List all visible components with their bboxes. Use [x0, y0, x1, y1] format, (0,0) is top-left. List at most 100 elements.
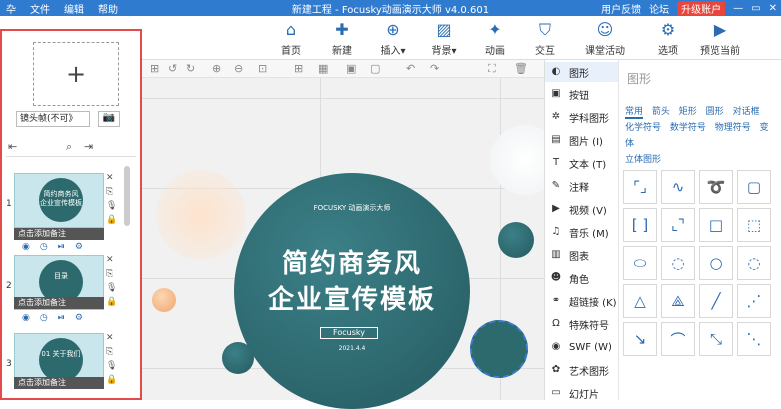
delete-icon[interactable]: ✕ [106, 173, 117, 183]
insert-art-shape[interactable]: ✿ 艺术图形 [549, 360, 609, 380]
insert-music[interactable]: ♫ 音乐 (M) [549, 222, 609, 242]
arc-shape[interactable]: ⌒ [661, 322, 695, 356]
zoom-in-icon[interactable]: ⊕ [212, 62, 221, 75]
category-chemistry[interactable]: 化学符号 [625, 123, 661, 133]
grid-icon[interactable]: ⊞ [294, 62, 303, 75]
spiral-shape[interactable]: ➰ [699, 170, 733, 204]
line-shape[interactable]: ╱ [699, 284, 733, 318]
slide-thumbnail-1[interactable]: 简约商务风 企业宣传模板 [14, 173, 104, 228]
play-icon[interactable]: ⏯ [58, 313, 65, 323]
feedback-link[interactable]: 用户反馈 [601, 1, 641, 16]
frame-type-select[interactable]: 镜头帧(不可》 [16, 111, 90, 127]
insert-button[interactable]: ⊕ 插入▾ [365, 20, 421, 57]
brand-tag[interactable]: Focusky [320, 327, 378, 339]
brackets-shape[interactable]: [ ] [623, 208, 657, 242]
insert-hyperlink[interactable]: ⚭ 超链接 (K) [549, 291, 617, 311]
insert-chart[interactable]: ▥ 图表 [549, 245, 589, 265]
slide-note-1[interactable]: 点击添加备注 [14, 228, 104, 240]
mic-icon[interactable]: 🎙 [106, 283, 117, 293]
category-rectangles[interactable]: 矩形 [679, 107, 697, 117]
selected-frame[interactable] [470, 320, 528, 378]
group-icon[interactable]: ▦ [318, 62, 328, 75]
insert-annotation[interactable]: ✎ 注释 [549, 176, 589, 196]
eye-icon[interactable]: ◉ [22, 313, 30, 323]
minimize-button[interactable]: — [733, 3, 743, 14]
slide-note-3[interactable]: 点击添加备注 [14, 377, 104, 389]
copy-icon[interactable]: ⎘ [106, 269, 117, 279]
category-3d[interactable]: 立体图形 [625, 155, 661, 165]
insert-video[interactable]: ▶ 视频 (V) [549, 199, 607, 219]
category-common[interactable]: 常用 [625, 107, 644, 119]
align-icon[interactable]: ⊞ [150, 62, 159, 75]
mic-icon[interactable]: 🎙 [106, 201, 117, 211]
main-title-circle[interactable]: FOCUSKY 动画演示大师 简约商务风 企业宣传模板 Focusky 2021… [234, 173, 470, 409]
category-math[interactable]: 数学符号 [670, 123, 706, 133]
time-icon[interactable]: ◷ [40, 242, 48, 252]
copy-icon[interactable]: ⎘ [106, 347, 117, 357]
insert-swf[interactable]: ◉ SWF (W) [549, 337, 612, 357]
preview-button[interactable]: ▶ 预览当前 [692, 20, 748, 57]
insert-text[interactable]: T 文本 (T) [549, 153, 606, 173]
dashed-triangle-shape[interactable]: ⟁ [661, 284, 695, 318]
forum-link[interactable]: 论坛 [649, 1, 669, 16]
options-button[interactable]: ⚙ 选项 [640, 20, 696, 57]
category-physics[interactable]: 物理符号 [715, 123, 751, 133]
slide-heading-line1[interactable]: 简约商务风 [234, 243, 470, 280]
dotted-diagonal-shape[interactable]: ⋱ [737, 322, 771, 356]
rotate-left-icon[interactable]: ↺ [168, 62, 177, 75]
dashed-bracket-shape[interactable]: ⌞⌝ [661, 208, 695, 242]
insert-special-symbol[interactable]: Ω 特殊符号 [549, 314, 609, 334]
circle-shape[interactable]: ○ [699, 246, 733, 280]
rotate-right-icon[interactable]: ↻ [186, 62, 195, 75]
dashed-line-shape[interactable]: ⋰ [737, 284, 771, 318]
triangle-shape[interactable]: △ [623, 284, 657, 318]
insert-image[interactable]: ▤ 图片 (I) [549, 130, 603, 150]
delete-icon[interactable]: ✕ [106, 333, 117, 343]
lock-icon[interactable]: 🔒 [106, 375, 117, 385]
home-button[interactable]: ⌂ 首页 [263, 20, 319, 57]
delete-icon[interactable]: ✕ [106, 255, 117, 265]
category-arrows[interactable]: 箭头 [652, 107, 670, 117]
dashed-circle-shape[interactable]: ◌ [737, 246, 771, 280]
category-circles[interactable]: 圆形 [706, 107, 724, 117]
fit-icon[interactable]: ⊡ [258, 62, 267, 75]
double-arrow-shape[interactable]: ⤡ [699, 322, 733, 356]
classroom-button[interactable]: ☺ 课堂活动 [577, 20, 633, 57]
layer-down-icon[interactable]: ▢ [370, 62, 380, 75]
arrow-shape[interactable]: ↘ [623, 322, 657, 356]
upgrade-button[interactable]: 升级账户 [677, 1, 726, 16]
delete-icon[interactable]: 🗑 [514, 62, 528, 75]
mic-icon[interactable]: 🎙 [106, 361, 117, 371]
slide-note-2[interactable]: 点击添加备注 [14, 297, 104, 309]
insert-slide[interactable]: ▭ 幻灯片 [549, 383, 599, 403]
rounded-rect-shape[interactable]: ▢ [737, 170, 771, 204]
maximize-button[interactable]: ▭ [751, 3, 760, 14]
lock-icon[interactable]: 🔒 [106, 215, 117, 225]
undo-icon[interactable]: ↶ [406, 62, 415, 75]
bracket-corners-shape[interactable]: ⌜⌟ [623, 170, 657, 204]
new-button[interactable]: ✚ 新建 [314, 20, 370, 57]
add-frame-button[interactable]: + [33, 42, 119, 106]
play-icon[interactable]: ⏯ [58, 242, 65, 252]
time-icon[interactable]: ◷ [40, 313, 48, 323]
camera-icon[interactable]: ⛶ [488, 62, 496, 76]
dashed-ellipse-shape[interactable]: ◌ [661, 246, 695, 280]
insert-shape[interactable]: ◐ 图形 [545, 62, 619, 82]
settings-icon[interactable]: ⚙ [75, 313, 83, 323]
curve-shape[interactable]: ∿ [661, 170, 695, 204]
camera-icon[interactable]: 📷 [98, 111, 120, 127]
expand-right-icon[interactable]: ⇥ [84, 140, 93, 153]
copy-icon[interactable]: ⎘ [106, 187, 117, 197]
close-button[interactable]: ✕ [769, 3, 777, 14]
dashed-square-shape[interactable]: ⬚ [737, 208, 771, 242]
eye-icon[interactable]: ◉ [22, 242, 30, 252]
editing-canvas[interactable]: ⊞ ↺ ↻ ⊕ ⊖ ⊡ ⊞ ▦ ▣ ▢ ↶ ↷ ⛶ 🗑 FOCUSKY 动画演示… [142, 60, 560, 409]
settings-icon[interactable]: ⚙ [75, 242, 83, 252]
ellipse-shape[interactable]: ⬭ [623, 246, 657, 280]
square-shape[interactable]: □ [699, 208, 733, 242]
redo-icon[interactable]: ↷ [430, 62, 439, 75]
zoom-out-icon[interactable]: ⊖ [234, 62, 243, 75]
collapse-left-icon[interactable]: ⇤ [8, 140, 17, 153]
slide-heading-line2[interactable]: 企业宣传模板 [234, 279, 470, 316]
slide-panel-scrollbar[interactable] [124, 166, 130, 226]
